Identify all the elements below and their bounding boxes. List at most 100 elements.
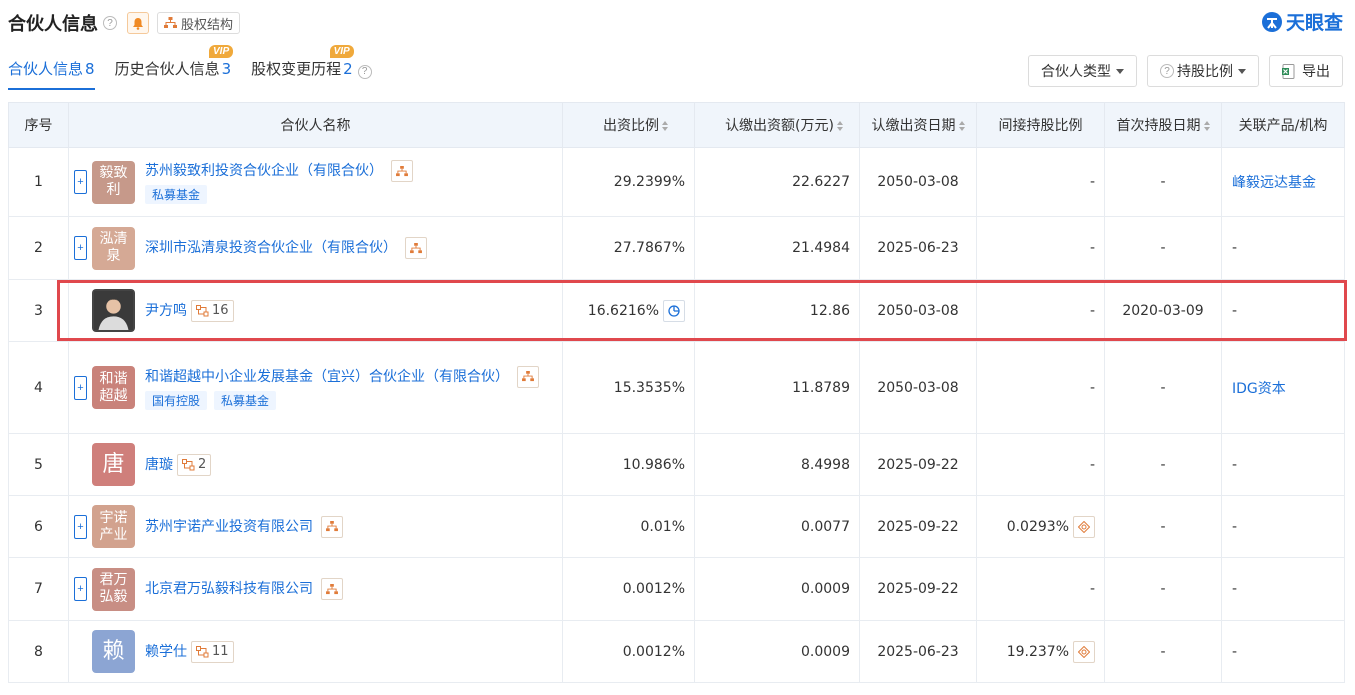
related-count: 2 [198,457,207,472]
holding-ratio-dropdown[interactable]: ? 持股比例 [1147,55,1259,87]
expand-icon[interactable]: + [74,170,87,194]
avatar: 唐 [92,443,135,486]
structure-icon [164,17,177,28]
penetration-icon[interactable] [1073,640,1095,663]
caret-down-icon [1238,68,1246,74]
bell-icon[interactable] [127,12,149,34]
vip-badge: VIP [329,45,354,58]
amount-cell: 22.6227 [694,147,860,217]
pie-chart-icon[interactable] [663,299,685,322]
date-cell: 2025-09-22 [859,433,977,496]
partner-name-cell: + 赖 赖学仕 11 [68,620,563,683]
export-button[interactable]: 导出 [1269,55,1343,87]
related-cell: - [1221,216,1345,280]
date-cell: 2050-03-08 [859,279,977,342]
avatar: 和谐超越 [92,366,135,409]
sort-icon [1203,121,1210,131]
tab-count: 2 [343,60,353,78]
logo-icon [1261,11,1282,32]
related-companies-badge[interactable]: 11 [191,640,234,663]
date-cell: 2025-09-22 [859,495,977,558]
indirect-cell: - [976,279,1105,342]
indirect-cell: - [976,216,1105,280]
structure-icon[interactable] [517,365,539,388]
partner-name-link[interactable]: 唐璇 [145,454,173,476]
col-date[interactable]: 认缴出资日期 [859,102,977,148]
col-index: 序号 [8,102,69,148]
partner-name-link[interactable]: 苏州宇诺产业投资有限公司 [145,516,313,538]
partner-name-link[interactable]: 北京君万弘毅科技有限公司 [145,578,313,600]
tab-history-partners[interactable]: 历史合伙人信息 3 VIP [115,45,234,90]
amount-cell: 0.0009 [694,557,860,621]
person-photo [92,289,135,332]
first-date-cell: - [1104,147,1222,217]
tab-label: 股权变更历程 [251,60,342,78]
col-label: 出资比例 [603,118,659,134]
partner-name-cell: + 唐 唐璇 2 [68,433,563,496]
first-date-cell: - [1104,620,1222,683]
expand-icon[interactable]: + [74,577,87,601]
related-cell: - [1221,433,1345,496]
indirect-value: 0.0293% [1006,518,1069,535]
help-icon[interactable]: ? [103,16,117,30]
partner-name-link[interactable]: 尹方鸣 [145,300,187,322]
date-cell: 2025-09-22 [859,557,977,621]
help-icon: ? [1160,64,1174,78]
amount-cell: 21.4984 [694,216,860,280]
indirect-cell: 0.0293% [976,495,1105,558]
vip-badge: VIP [209,45,234,58]
table-row: 7 + 君万弘毅 北京君万弘毅科技有限公司 0.0012% 0.0009 202… [8,557,1345,621]
related-cell: - [1221,557,1345,621]
row-index: 8 [8,620,69,683]
related-link[interactable]: 峰毅远达基金 [1221,147,1345,217]
tab-bar: 合伙人信息 8 历史合伙人信息 3 VIP 股权变更历程 2? VIP [8,45,392,90]
partner-name-link[interactable]: 苏州毅致利投资合伙企业（有限合伙） [145,160,383,182]
related-companies-badge[interactable]: 2 [177,453,212,476]
structure-icon[interactable] [391,160,413,182]
col-ratio[interactable]: 出资比例 [562,102,695,148]
expand-icon[interactable]: + [74,375,87,400]
avatar: 泓清泉 [92,226,135,270]
tab-equity-change-history[interactable]: 股权变更历程 2? VIP [251,45,372,90]
expand-icon[interactable]: + [74,514,87,539]
partner-name-link[interactable]: 和谐超越中小企业发展基金（宜兴）合伙企业（有限合伙） [145,366,509,388]
ratio-cell: 27.7867% [562,216,695,280]
equity-structure-button[interactable]: 股权结构 [157,12,241,34]
col-label: 认缴出资额(万元) [725,118,834,134]
expand-icon[interactable]: + [74,236,87,260]
relation-icon [196,645,209,657]
amount-cell: 8.4998 [694,433,860,496]
ratio-cell: 0.0012% [562,620,695,683]
partner-table: 序号 合伙人名称 出资比例 认缴出资额(万元) 认缴出资日期 间接持股比例 首次… [8,102,1345,683]
tab-label: 合伙人信息 [8,60,84,78]
partner-name-cell: + 尹方鸣 16 [68,279,563,342]
penetration-icon[interactable] [1073,515,1095,538]
ratio-cell: 0.01% [562,495,695,558]
first-date-cell: - [1104,341,1222,434]
help-icon[interactable]: ? [357,64,372,79]
amount-cell: 0.0077 [694,495,860,558]
relation-icon [196,304,209,316]
partner-name-link[interactable]: 赖学仕 [145,641,187,663]
col-label: 首次持股日期 [1116,118,1201,134]
ratio-cell: 16.6216% [562,279,695,342]
related-companies-badge[interactable]: 16 [191,299,234,322]
related-count: 11 [212,644,229,659]
sort-icon [662,121,668,131]
indirect-value: 19.237% [1006,643,1069,660]
col-amount[interactable]: 认缴出资额(万元) [694,102,860,148]
table-row: 3 + 尹方鸣 16 16.6216% 12.86 2050-03-08 - 2… [8,279,1345,342]
date-cell: 2025-06-23 [859,216,977,280]
partner-type-dropdown[interactable]: 合伙人类型 [1028,55,1137,87]
related-link[interactable]: IDG资本 [1221,341,1345,434]
col-name: 合伙人名称 [68,102,563,148]
related-cell: - [1221,495,1345,558]
tab-partner-info[interactable]: 合伙人信息 8 [8,58,95,90]
ratio-cell: 15.3535% [562,341,695,434]
partner-name-link[interactable]: 深圳市泓清泉投资合伙企业（有限合伙） [145,237,397,259]
structure-icon[interactable] [321,515,343,538]
col-first-date[interactable]: 首次持股日期 [1104,102,1222,148]
row-index: 1 [8,147,69,217]
structure-icon[interactable] [321,578,343,600]
structure-icon[interactable] [405,237,427,259]
